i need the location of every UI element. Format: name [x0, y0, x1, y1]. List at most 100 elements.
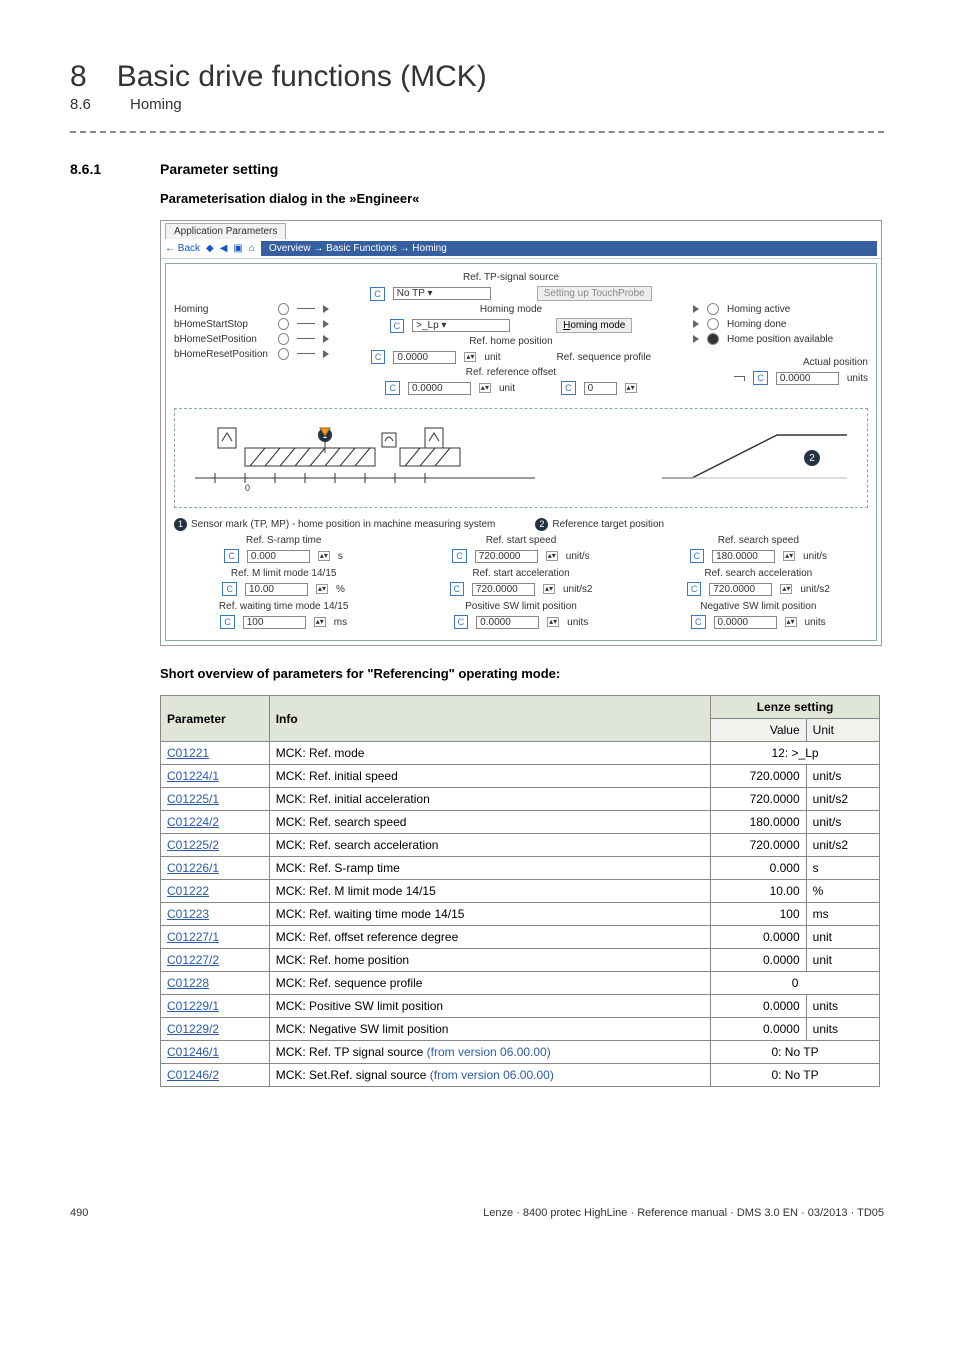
spinner-icon[interactable]: ▴▾ — [785, 617, 797, 627]
spinner-icon[interactable]: ▴▾ — [543, 584, 555, 594]
param-field[interactable]: 0.0000 — [714, 616, 777, 629]
chapter-title: Basic drive functions (MCK) — [117, 60, 487, 94]
homing-mode-select[interactable]: >_Lp ▾ — [412, 319, 510, 332]
th-info: Info — [269, 696, 710, 742]
param-field[interactable]: 180.0000 — [712, 550, 775, 563]
table-row-param[interactable]: C01225/2 — [161, 834, 270, 857]
spinner-icon[interactable]: ▴▾ — [783, 551, 795, 561]
svg-text:2: 2 — [809, 453, 815, 464]
setup-touchprobe-button[interactable]: Setting up TouchProbe — [537, 286, 652, 301]
param-label: Ref. M limit mode 14/15 — [174, 568, 393, 579]
spinner-icon[interactable]: ▴▾ — [314, 617, 326, 627]
spinner-icon[interactable]: ▴▾ — [625, 383, 637, 393]
param-field[interactable]: 10.00 — [245, 583, 308, 596]
spinner-icon[interactable]: ▴▾ — [318, 551, 330, 561]
legend-marker-icon: 1 — [174, 518, 187, 531]
table-row-info: MCK: Ref. waiting time mode 14/15 — [269, 903, 710, 926]
param-label: Ref. search acceleration — [649, 568, 868, 579]
table-row-param[interactable]: C01229/1 — [161, 995, 270, 1018]
table-row-value: 100 — [711, 903, 807, 926]
table-row-unit: unit/s2 — [806, 834, 879, 857]
table-row-param[interactable]: C01246/1 — [161, 1041, 270, 1064]
table-row-info: MCK: Ref. search speed — [269, 811, 710, 834]
figure-caption: Parameterisation dialog in the »Engineer… — [160, 191, 884, 206]
c-icon[interactable]: C — [454, 615, 469, 629]
table-row-param[interactable]: C01222 — [161, 880, 270, 903]
nav-icon[interactable]: ▣ — [233, 243, 242, 254]
breadcrumb: Overview → Basic Functions → Homing — [261, 241, 877, 256]
io-set-position: bHomeSetPosition — [174, 334, 270, 345]
c-icon[interactable]: C — [370, 287, 385, 301]
table-row-param[interactable]: C01224/1 — [161, 765, 270, 788]
table-row-param[interactable]: C01221 — [161, 742, 270, 765]
port-icon — [707, 333, 719, 345]
port-icon — [278, 318, 289, 330]
table-row-info: MCK: Ref. sequence profile — [269, 972, 710, 995]
table-row-param[interactable]: C01224/2 — [161, 811, 270, 834]
param-field[interactable]: 100 — [243, 616, 306, 629]
nav-icon[interactable]: ◆ — [206, 243, 214, 254]
c-icon[interactable]: C — [371, 350, 386, 364]
table-row-value: 0.000 — [711, 857, 807, 880]
spinner-icon[interactable]: ▴▾ — [780, 584, 792, 594]
homing-diagram: 1 0 2 — [174, 408, 868, 508]
port-icon — [707, 318, 719, 330]
table-row-param[interactable]: C01226/1 — [161, 857, 270, 880]
param-field[interactable]: 0.0000 — [476, 616, 539, 629]
c-icon[interactable]: C — [561, 381, 576, 395]
table-row-value: 0.0000 — [711, 995, 807, 1018]
parameter-dialog: Application Parameters ← Back ◆ ◀ ▣ ⌂ Ov… — [160, 220, 882, 646]
table-row-info: MCK: Ref. home position — [269, 949, 710, 972]
table-row-info: MCK: Ref. initial acceleration — [269, 788, 710, 811]
c-icon[interactable]: C — [220, 615, 235, 629]
back-button[interactable]: ← Back — [165, 243, 200, 254]
spinner-icon[interactable]: ▴▾ — [316, 584, 328, 594]
subsection-title: Parameter setting — [160, 161, 278, 177]
c-icon[interactable]: C — [753, 371, 768, 385]
c-icon[interactable]: C — [691, 615, 706, 629]
table-row-unit: unit — [806, 926, 879, 949]
c-icon[interactable]: C — [687, 582, 702, 596]
home-pos-field[interactable]: 0.0000 — [393, 351, 456, 364]
c-icon[interactable]: C — [690, 549, 705, 563]
homing-mode-button[interactable]: Homing mode — [556, 318, 632, 333]
table-row-param[interactable]: C01223 — [161, 903, 270, 926]
table-row-param[interactable]: C01227/2 — [161, 949, 270, 972]
param-label: Ref. start acceleration — [411, 568, 630, 579]
table-row-unit: units — [806, 995, 879, 1018]
table-row-param[interactable]: C01225/1 — [161, 788, 270, 811]
c-icon[interactable]: C — [450, 582, 465, 596]
c-icon[interactable]: C — [452, 549, 467, 563]
table-row-param[interactable]: C01229/2 — [161, 1018, 270, 1041]
spinner-icon[interactable]: ▴▾ — [479, 383, 491, 393]
tab-app-params[interactable]: Application Parameters — [165, 223, 286, 239]
nav-icon[interactable]: ⌂ — [249, 243, 255, 254]
section-number: 8.6 — [70, 96, 100, 113]
param-field[interactable]: 720.0000 — [475, 550, 538, 563]
c-icon[interactable]: C — [222, 582, 237, 596]
param-field[interactable]: 0.000 — [247, 550, 310, 563]
table-row-value: 720.0000 — [711, 834, 807, 857]
c-icon[interactable]: C — [385, 381, 400, 395]
spinner-icon[interactable]: ▴▾ — [547, 617, 559, 627]
c-icon[interactable]: C — [390, 319, 405, 333]
home-pos-label: Ref. home position — [339, 336, 683, 347]
th-lenze: Lenze setting — [711, 696, 880, 719]
ref-offset-field[interactable]: 0.0000 — [408, 382, 471, 395]
nav-icon[interactable]: ◀ — [220, 243, 228, 254]
port-icon — [278, 303, 289, 315]
divider — [70, 131, 884, 133]
spinner-icon[interactable]: ▴▾ — [546, 551, 558, 561]
table-row-param[interactable]: C01246/2 — [161, 1064, 270, 1087]
seq-profile-field[interactable]: 0 — [584, 382, 617, 395]
tp-source-select[interactable]: No TP ▾ — [393, 287, 491, 300]
param-field[interactable]: 720.0000 — [709, 583, 772, 596]
table-row-unit: unit/s — [806, 765, 879, 788]
spinner-icon[interactable]: ▴▾ — [464, 352, 476, 362]
legend-2: Reference target position — [552, 519, 664, 530]
io-start-stop: bHomeStartStop — [174, 319, 270, 330]
c-icon[interactable]: C — [224, 549, 239, 563]
table-row-param[interactable]: C01227/1 — [161, 926, 270, 949]
param-field[interactable]: 720.0000 — [472, 583, 535, 596]
table-row-param[interactable]: C01228 — [161, 972, 270, 995]
